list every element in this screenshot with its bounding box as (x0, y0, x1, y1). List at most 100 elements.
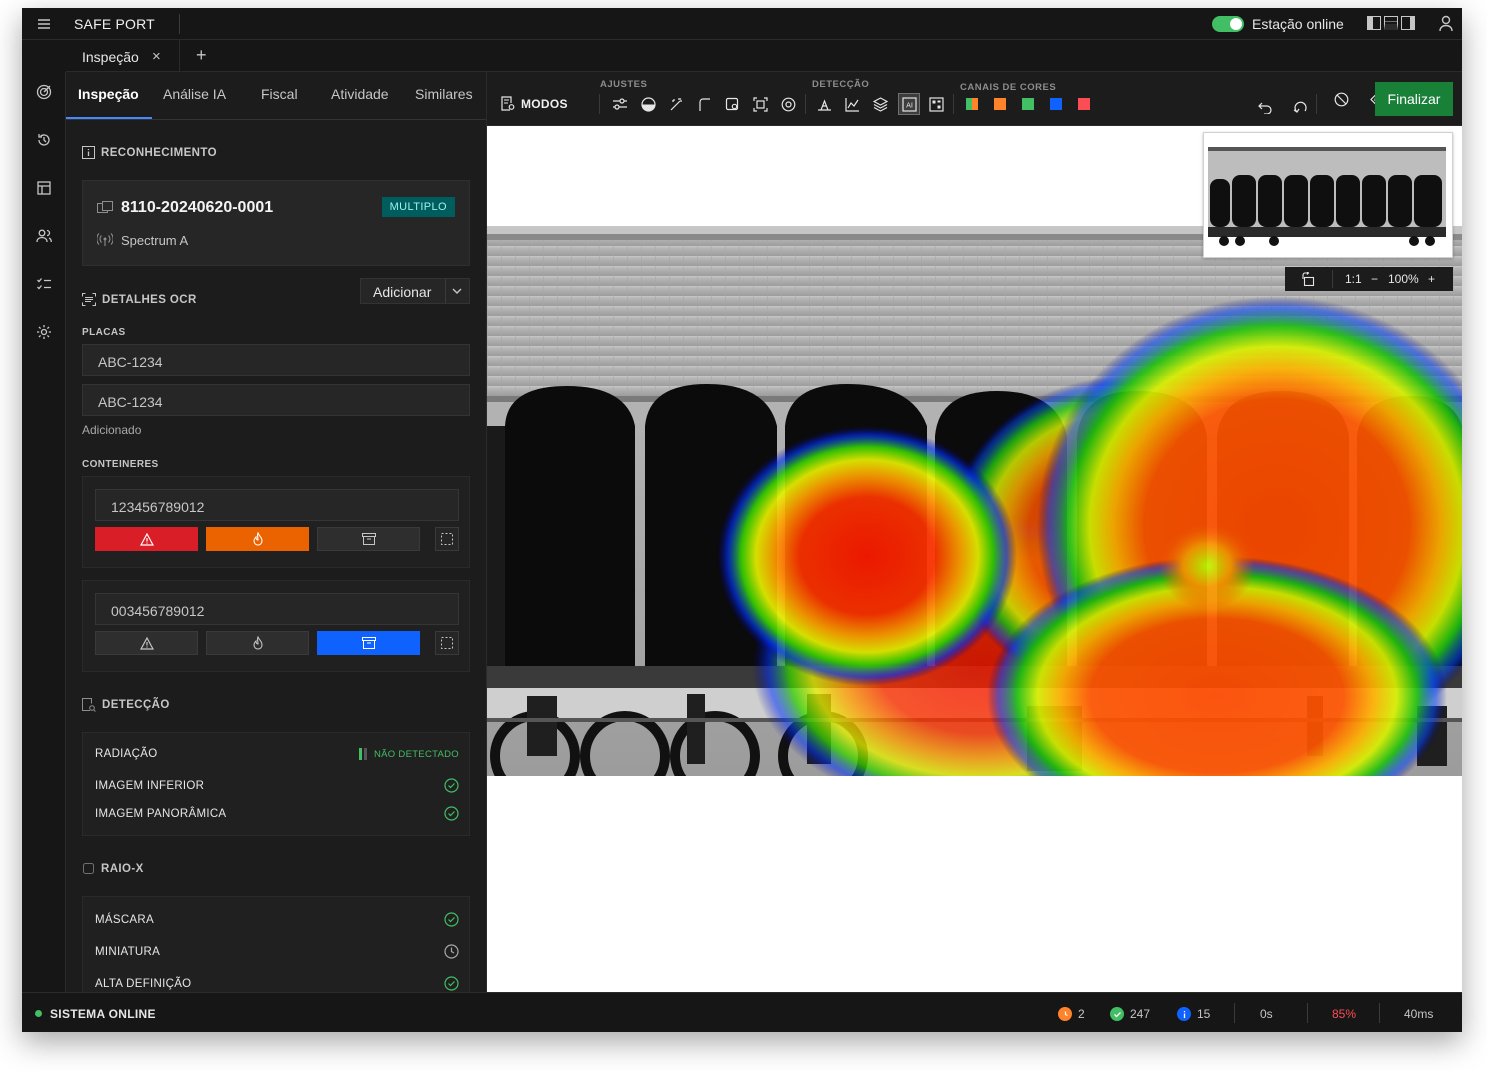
hamburger-menu-icon[interactable] (36, 16, 52, 32)
at-sign-icon[interactable] (779, 95, 797, 113)
scan-text-icon (82, 293, 96, 306)
channel-swatch-green[interactable] (1022, 98, 1034, 110)
plate-field-1[interactable]: ABC-1234 (82, 344, 470, 376)
channel-swatch-orange[interactable] (994, 98, 1006, 110)
layout-bottom-panel-icon[interactable] (1384, 16, 1398, 30)
settings-gear-icon[interactable] (36, 324, 52, 340)
container-tags-1 (95, 527, 459, 551)
multiple-badge: MULTIPLO (381, 197, 455, 217)
zoom-in-button[interactable]: + (1428, 272, 1435, 286)
magic-wand-icon[interactable] (667, 95, 685, 113)
tab-analise-ia[interactable]: Análise IA (163, 86, 226, 102)
block-icon[interactable] (1332, 90, 1350, 108)
minimap-navigator[interactable] (1202, 131, 1454, 259)
actual-size-button[interactable]: 1:1 (1345, 272, 1362, 286)
inspection-id: 8110-20240620-0001 (121, 199, 274, 216)
alert-tag-button[interactable] (95, 631, 198, 655)
system-status: SISTEMA ONLINE (50, 1007, 156, 1021)
channel-swatch-red[interactable] (1078, 98, 1090, 110)
ai-detection-icon[interactable]: AI (898, 93, 920, 115)
info-count[interactable]: 15 (1177, 1007, 1210, 1021)
reset-rotation-icon[interactable] (1291, 98, 1309, 116)
chevron-down-icon[interactable] (451, 285, 463, 297)
modes-button[interactable]: MODOS (501, 96, 568, 111)
top-bar: SAFE PORT Estação online (22, 8, 1462, 40)
target-icon[interactable] (36, 84, 52, 100)
divider (179, 14, 180, 34)
add-dropdown[interactable]: Adicionar (360, 278, 470, 304)
status-divider (1379, 1003, 1380, 1023)
modes-document-icon (501, 96, 515, 111)
alert-tag-button[interactable] (95, 527, 198, 551)
document-tab-inspecao[interactable]: Inspeção × (66, 40, 180, 72)
panoramic-image-label: IMAGEM PANORÂMICA (95, 808, 227, 820)
close-tab-icon[interactable]: × (152, 48, 161, 65)
fit-screen-icon[interactable] (751, 95, 769, 113)
select-region-button[interactable] (435, 631, 459, 655)
add-tab-icon[interactable]: + (196, 45, 207, 66)
history-icon[interactable] (36, 132, 52, 148)
users-icon[interactable] (36, 228, 52, 244)
layers-icon[interactable] (871, 95, 889, 113)
finish-button[interactable]: Finalizar (1375, 82, 1453, 116)
channel-swatch-mixed[interactable] (966, 98, 978, 110)
viewer-toolbar: MODOS AJUSTES DETECÇÃO AI CANAIS DE CORE… (487, 72, 1462, 126)
section-ocr-title: DETALHES OCR (102, 293, 197, 306)
add-dropdown-label: Adicionar (373, 284, 432, 300)
station-online-toggle[interactable] (1212, 16, 1244, 32)
line-chart-icon[interactable] (843, 95, 861, 113)
warning-icon (139, 532, 154, 546)
zoom-level: 100% (1388, 272, 1419, 286)
xray-viewer[interactable]: 1:1 − 100% + (487, 126, 1462, 992)
section-xray-title: RAIO-X (101, 862, 144, 875)
curve-tool-icon[interactable] (695, 95, 713, 113)
plate-field-2[interactable]: ABC-1234 (82, 384, 470, 416)
system-status-dot (35, 1010, 42, 1017)
tab-inspecao[interactable]: Inspeção (78, 86, 139, 102)
app-title: SAFE PORT (74, 16, 155, 32)
detection-group-label: DETECÇÃO (812, 79, 870, 90)
archive-tag-button[interactable] (317, 527, 420, 551)
rotate-icon[interactable] (1301, 272, 1315, 286)
checklist-icon[interactable] (36, 276, 52, 292)
minimap-thumbnail (1202, 131, 1454, 259)
scale-icon[interactable] (815, 95, 833, 113)
undo-icon[interactable] (1256, 98, 1274, 116)
dropdown-divider (445, 279, 446, 303)
user-icon[interactable] (1438, 15, 1454, 33)
color-channels-label: CANAIS DE CORES (960, 82, 1057, 93)
adjust-group-label: AJUSTES (600, 79, 648, 90)
flammable-tag-button[interactable] (206, 631, 309, 655)
detection-row-bottom-image: IMAGEM INFERIOR (95, 777, 459, 797)
flammable-tag-button[interactable] (206, 527, 309, 551)
layout-right-panel-icon[interactable] (1401, 16, 1415, 30)
tab-fiscal[interactable]: Fiscal (261, 86, 298, 102)
channel-swatch-blue[interactable] (1050, 98, 1062, 110)
completed-count[interactable]: 247 (1110, 1007, 1150, 1021)
radiation-label: RADIAÇÃO (95, 748, 158, 760)
completed-count-value: 247 (1130, 1007, 1151, 1021)
layout-switcher (1367, 16, 1415, 30)
tab-atividade[interactable]: Atividade (331, 86, 389, 102)
archive-tag-button[interactable] (317, 631, 420, 655)
elapsed-time: 0s (1260, 1007, 1273, 1021)
toolbar-divider (805, 94, 806, 114)
check-circle-icon (444, 778, 459, 793)
select-region-button[interactable] (435, 527, 459, 551)
status-divider (1307, 1003, 1308, 1023)
qr-grid-icon[interactable] (927, 95, 945, 113)
container-number-field-1[interactable]: 123456789012 (95, 489, 459, 521)
pending-count[interactable]: 2 (1058, 1007, 1085, 1021)
container-number-field-2[interactable]: 003456789012 (95, 593, 459, 625)
container-card-2: 003456789012 (82, 580, 470, 672)
mask-label: MÁSCARA (95, 914, 154, 926)
contrast-icon[interactable] (639, 95, 657, 113)
zoom-out-button[interactable]: − (1371, 272, 1378, 286)
calendar-icon[interactable] (36, 180, 52, 196)
crop-search-icon[interactable] (723, 95, 741, 113)
tab-similares[interactable]: Similares (415, 86, 473, 102)
zoom-controls: 1:1 − 100% + (1285, 267, 1453, 291)
document-tabs: Inspeção × + (66, 40, 1462, 72)
layout-left-panel-icon[interactable] (1367, 16, 1381, 30)
sliders-icon[interactable] (611, 95, 629, 113)
